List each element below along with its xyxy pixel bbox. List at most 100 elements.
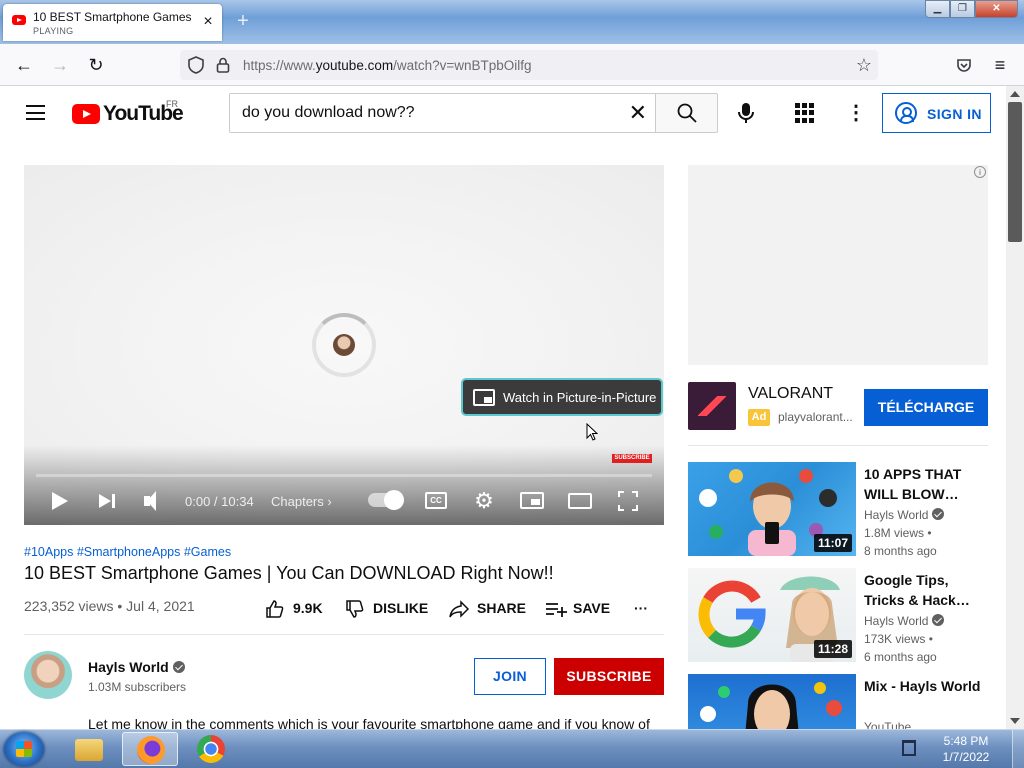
firefox-icon xyxy=(137,736,165,764)
taskbar-chrome[interactable] xyxy=(183,732,239,766)
system-tray: 5:48 PM 1/7/2022 xyxy=(902,730,1012,768)
search-query-text[interactable]: do you download now?? xyxy=(242,104,415,122)
youtube-favicon-icon xyxy=(12,15,26,25)
controls-gradient xyxy=(24,445,664,525)
recommendation-title[interactable]: Mix - Hayls World xyxy=(864,676,982,696)
time-display: 0:00 / 10:34 xyxy=(185,494,254,509)
video-hashtags[interactable]: #10Apps #SmartphoneApps #Games xyxy=(24,545,231,559)
reload-icon[interactable]: ↻ xyxy=(85,54,107,76)
theater-mode-icon[interactable] xyxy=(568,493,592,509)
guide-menu-icon[interactable] xyxy=(26,105,45,120)
volume-icon[interactable] xyxy=(144,487,166,515)
app-menu-icon[interactable]: ≡ xyxy=(989,54,1011,76)
youtube-apps-grid-icon[interactable] xyxy=(795,103,815,123)
next-video-icon[interactable] xyxy=(98,487,118,515)
thumbnail-art xyxy=(700,682,842,729)
start-menu-button[interactable] xyxy=(4,732,44,766)
miniplayer-icon[interactable] xyxy=(520,492,544,509)
share-arrow-icon xyxy=(448,599,470,622)
scroll-up-arrow-icon[interactable] xyxy=(1010,91,1020,97)
sidebar-divider xyxy=(688,445,988,446)
recommendation-channel[interactable]: Hayls World xyxy=(864,508,945,522)
close-window-icon[interactable]: ✕ xyxy=(975,0,1018,18)
recommendation-date: 6 months ago xyxy=(864,650,937,664)
bookmark-star-icon[interactable]: ☆ xyxy=(856,55,872,76)
fullscreen-icon[interactable] xyxy=(618,491,638,511)
channel-name[interactable]: Hayls World xyxy=(88,659,185,675)
progress-bar[interactable] xyxy=(36,474,652,477)
clock-time[interactable]: 5:48 PM xyxy=(936,734,996,748)
ad-info-icon[interactable]: i xyxy=(974,166,986,178)
settings-gear-icon[interactable]: ⚙ xyxy=(473,490,495,512)
ad-title[interactable]: VALORANT xyxy=(748,385,833,403)
tab-close-icon[interactable]: × xyxy=(199,13,217,31)
captions-icon[interactable]: CC xyxy=(425,492,447,509)
search-input[interactable]: do you download now?? ✕ xyxy=(229,93,655,133)
restore-window-icon[interactable]: ❐ xyxy=(950,0,975,18)
tab-playing-status: PLAYING xyxy=(33,26,74,36)
taskbar-explorer[interactable] xyxy=(61,732,117,766)
view-count-date: 223,352 views • Jul 4, 2021 xyxy=(24,598,195,614)
subscribe-watermark[interactable]: SUBSCRIBE xyxy=(612,454,652,463)
like-button[interactable]: 9.9K xyxy=(265,598,325,620)
play-icon[interactable] xyxy=(50,487,70,515)
more-horizontal-icon: ··· xyxy=(634,600,648,616)
scroll-thumb[interactable] xyxy=(1008,102,1022,242)
chrome-icon xyxy=(197,735,225,763)
video-thumbnail[interactable]: 11:07 xyxy=(688,462,856,556)
subscribe-button[interactable]: SUBSCRIBE xyxy=(554,658,664,695)
country-code: FR xyxy=(166,99,178,109)
verified-badge-icon xyxy=(932,508,945,520)
recommendation-mix-item[interactable]: Mix - Hayls World YouTube xyxy=(688,674,988,729)
recommendation-title[interactable]: Google Tips, Tricks & Hack… xyxy=(864,570,982,610)
url-text[interactable]: https://www.youtube.com/watch?v=wnBTpbOi… xyxy=(243,58,532,73)
browser-tab-active[interactable]: 10 BEST Smartphone Games | You Can DOWNL… xyxy=(3,4,222,41)
autoplay-toggle[interactable] xyxy=(368,490,404,510)
share-button[interactable]: SHARE xyxy=(448,598,526,620)
page-scrollbar[interactable] xyxy=(1006,86,1024,729)
voice-search-mic-icon[interactable] xyxy=(733,100,759,126)
back-arrow-icon[interactable]: ← xyxy=(13,54,35,76)
show-desktop-button[interactable] xyxy=(1012,730,1024,768)
settings-more-icon[interactable]: ⋮ xyxy=(846,102,866,124)
chapters-button[interactable]: Chapters › xyxy=(271,494,332,522)
mix-thumbnail[interactable] xyxy=(688,674,856,729)
clock-date[interactable]: 1/7/2022 xyxy=(936,750,996,764)
search-button[interactable] xyxy=(655,93,718,133)
tracking-shield-icon[interactable] xyxy=(188,56,204,74)
video-thumbnail[interactable]: 11:28 xyxy=(688,568,856,662)
thumbs-down-icon xyxy=(345,599,365,622)
pocket-icon[interactable] xyxy=(956,57,972,73)
recommendation-item[interactable]: 11:07 10 APPS THAT WILL BLOW… Hayls Worl… xyxy=(688,462,988,558)
ad-banner[interactable] xyxy=(688,165,988,365)
picture-in-picture-button[interactable]: Watch in Picture-in-Picture xyxy=(461,378,663,416)
join-button[interactable]: JOIN xyxy=(474,658,546,695)
recommendation-channel[interactable]: Hayls World xyxy=(864,614,945,628)
dislike-button[interactable]: DISLIKE xyxy=(345,598,429,620)
channel-avatar[interactable] xyxy=(24,651,72,699)
lock-icon[interactable] xyxy=(216,57,230,73)
channel-thumbnail-in-spinner xyxy=(333,334,355,356)
ad-download-button[interactable]: TÉLÉCHARGE xyxy=(864,389,988,426)
recommendation-item[interactable]: 11:28 Google Tips, Tricks & Hack… Hayls … xyxy=(688,568,988,664)
youtube-header: YouTube do you download now?? ✕ ⋮ SIGN I… xyxy=(0,86,1006,142)
save-to-playlist-button[interactable]: SAVE xyxy=(545,598,613,620)
taskbar-firefox[interactable] xyxy=(122,732,178,766)
recommendation-channel[interactable]: YouTube xyxy=(864,720,911,729)
minimize-window-icon[interactable]: ▁ xyxy=(925,0,950,18)
more-actions-button[interactable]: ··· xyxy=(634,598,656,620)
recommendation-title[interactable]: 10 APPS THAT WILL BLOW… xyxy=(864,464,982,504)
new-tab-icon[interactable]: + xyxy=(233,10,253,33)
clear-search-icon[interactable]: ✕ xyxy=(629,101,647,125)
browser-titlebar: 10 BEST Smartphone Games | You Can DOWNL… xyxy=(0,0,1024,44)
valorant-logo[interactable] xyxy=(688,382,736,430)
forward-arrow-icon[interactable]: → xyxy=(49,54,71,76)
recommendation-views: 1.8M views • xyxy=(864,526,932,540)
verified-badge-icon xyxy=(172,661,185,673)
scroll-down-arrow-icon[interactable] xyxy=(1010,718,1020,724)
video-title: 10 BEST Smartphone Games | You Can DOWNL… xyxy=(24,563,554,583)
network-icon[interactable] xyxy=(902,740,916,756)
video-player[interactable]: Watch in Picture-in-Picture SUBSCRIBE 0:… xyxy=(24,165,664,525)
sign-in-button[interactable]: SIGN IN xyxy=(882,93,991,133)
url-bar[interactable]: https://www.youtube.com/watch?v=wnBTpbOi… xyxy=(180,50,878,80)
